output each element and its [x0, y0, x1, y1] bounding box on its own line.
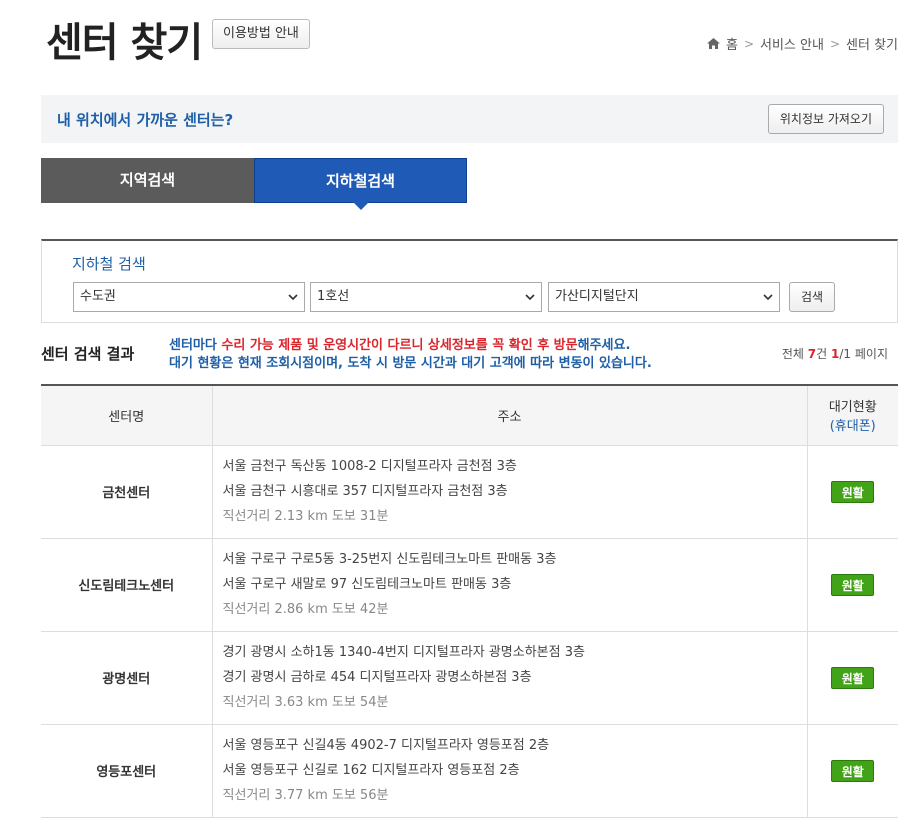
- distance: 직선거리 3.77 km 도보 56분: [222, 788, 389, 803]
- notice-highlight: 수리 가능 제품 및 운영시간이 다르니 상세정보를 꼭 확인 후 방문: [221, 338, 578, 353]
- status-badge: 원활: [831, 759, 875, 782]
- location-bar: 내 위치에서 가까운 센터는? 위치정보 가져오기: [41, 95, 898, 143]
- location-prompt: 내 위치에서 가까운 센터는?: [57, 111, 234, 129]
- table-row[interactable]: 영등포센터 서울 영등포구 신길4동 4902-7 디지털프라자 영등포점 2층…: [41, 724, 898, 818]
- usage-guide-button[interactable]: 이용방법 안내: [212, 19, 310, 49]
- center-name[interactable]: 금천센터: [41, 445, 212, 539]
- center-address: 서울 금천구 독산동 1008-2 디지털프라자 금천점 3층 서울 금천구 시흥…: [211, 445, 808, 539]
- center-name[interactable]: 광명센터: [41, 631, 212, 725]
- distance: 직선거리 2.86 km 도보 42분: [222, 602, 389, 617]
- chevron-down-icon: [525, 294, 535, 301]
- center-address: 경기 광명시 소하1동 1340-4번지 디지털프라자 광명소하본점 3층 경기 …: [211, 631, 808, 725]
- tab-region-search[interactable]: 지역검색: [41, 158, 254, 203]
- region-select[interactable]: 수도권: [73, 282, 305, 312]
- result-header: 센터 검색 결과 센터마다 수리 가능 제품 및 운영시간이 다르니 상세정보를…: [41, 333, 898, 377]
- results-table: 센터명 주소 대기현황 (휴대폰) 금천센터 서울 금천구 독산동 1008-2 …: [41, 384, 898, 818]
- line-select-value: 1호선: [317, 289, 350, 304]
- wait-status-cell: 원활: [807, 538, 898, 632]
- wait-status-cell: 원활: [807, 445, 898, 539]
- col-center-name: 센터명: [41, 385, 212, 446]
- chevron-right-icon: >: [743, 36, 755, 51]
- center-name[interactable]: 신도림테크노센터: [41, 538, 212, 632]
- center-address: 서울 구로구 구로5동 3-25번지 신도림테크노마트 판매동 3층 서울 구로구…: [211, 538, 808, 632]
- breadcrumb-current: 센터 찾기: [846, 38, 898, 53]
- breadcrumb: 홈 > 서비스 안내 > 센터 찾기: [706, 34, 898, 53]
- status-badge: 원활: [831, 666, 875, 689]
- chevron-down-icon: [763, 294, 773, 301]
- distance: 직선거리 3.63 km 도보 54분: [222, 695, 389, 710]
- region-select-value: 수도권: [80, 289, 116, 304]
- status-badge: 원활: [831, 480, 875, 503]
- chevron-right-icon: >: [829, 36, 841, 51]
- table-row[interactable]: 신도림테크노센터 서울 구로구 구로5동 3-25번지 신도림테크노마트 판매동…: [41, 538, 898, 632]
- center-address: 서울 영등포구 신길4동 4902-7 디지털프라자 영등포점 2층 서울 영등포…: [211, 724, 808, 818]
- chevron-down-icon: [288, 294, 298, 301]
- tab-subway-search[interactable]: 지하철검색: [254, 158, 467, 210]
- distance: 직선거리 2.13 km 도보 31분: [222, 509, 389, 524]
- wait-status-cell: 원활: [807, 724, 898, 818]
- table-row[interactable]: 광명센터 경기 광명시 소하1동 1340-4번지 디지털프라자 광명소하본점 …: [41, 631, 898, 725]
- get-location-button[interactable]: 위치정보 가져오기: [767, 104, 884, 134]
- search-tabs: 지역검색 지하철검색: [41, 158, 467, 210]
- breadcrumb-home[interactable]: 홈: [726, 34, 738, 53]
- page-title: 센터 찾기: [46, 20, 203, 66]
- notice-line-1: 센터마다 수리 가능 제품 및 운영시간이 다르니 상세정보를 꼭 확인 후 방…: [169, 338, 631, 353]
- page-info: 전체 7건 1/1 페이지: [781, 347, 888, 361]
- center-name[interactable]: 영등포센터: [41, 724, 212, 818]
- result-title: 센터 검색 결과: [41, 345, 135, 363]
- station-select-value: 가산디지털단지: [555, 289, 639, 304]
- col-wait-status: 대기현황 (휴대폰): [807, 385, 898, 446]
- table-row[interactable]: 금천센터 서울 금천구 독산동 1008-2 디지털프라자 금천점 3층 서울 금…: [41, 445, 898, 539]
- search-title: 지하철 검색: [72, 255, 146, 273]
- status-badge: 원활: [831, 573, 875, 596]
- total-count: 7: [807, 347, 817, 361]
- table-header-row: 센터명 주소 대기현황 (휴대폰): [41, 385, 898, 446]
- search-button[interactable]: 검색: [789, 282, 835, 312]
- home-icon[interactable]: [706, 38, 720, 49]
- page-header: 센터 찾기 이용방법 안내 홈 > 서비스 안내 > 센터 찾기: [0, 0, 908, 80]
- subway-search-box: 지하철 검색 수도권 1호선 가산디지털단지 검색: [41, 239, 898, 323]
- wait-status-cell: 원활: [807, 631, 898, 725]
- notice-line-2: 대기 현황은 현재 조회시점이며, 도착 시 방문 시간과 대기 고객에 따라 …: [169, 356, 652, 371]
- breadcrumb-service[interactable]: 서비스 안내: [760, 34, 824, 53]
- station-select[interactable]: 가산디지털단지: [548, 282, 780, 312]
- line-select[interactable]: 1호선: [310, 282, 542, 312]
- col-address: 주소: [211, 385, 808, 446]
